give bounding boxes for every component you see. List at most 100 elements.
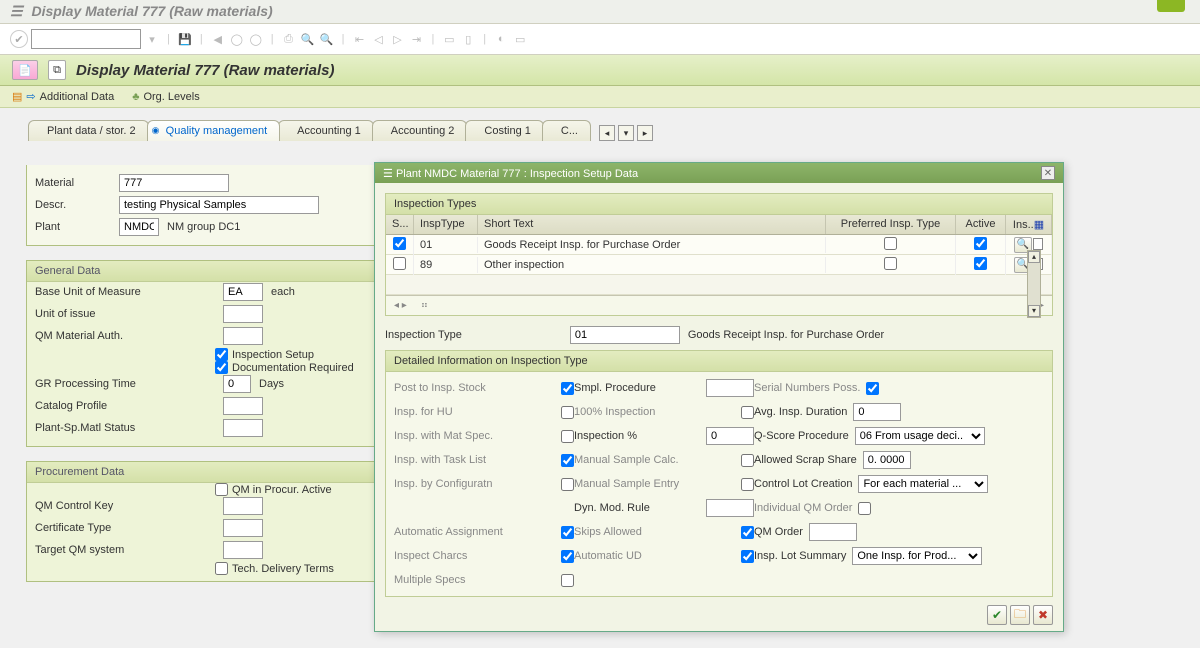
qm-order-label: QM Order — [754, 526, 803, 538]
insp-hu-checkbox[interactable] — [561, 406, 574, 419]
lot-summary-select[interactable]: One Insp. for Prod... — [852, 547, 982, 565]
tab-accounting-2[interactable]: Accounting 2 — [372, 120, 468, 141]
catalog-profile-field[interactable] — [223, 397, 263, 415]
auto-assign-checkbox[interactable] — [561, 526, 574, 539]
dyn-rule-field[interactable] — [706, 499, 754, 517]
tab-nav-list[interactable]: ▾ — [618, 125, 634, 141]
qm-control-key-field[interactable] — [223, 497, 263, 515]
target-qm-field[interactable] — [223, 541, 263, 559]
layout1-icon[interactable]: ▭ — [441, 31, 457, 47]
tech-delivery-checkbox[interactable] — [215, 562, 228, 575]
row-active-checkbox[interactable] — [974, 257, 987, 270]
insp-type-text: Goods Receipt Insp. for Purchase Order — [688, 329, 884, 341]
table-vscroll[interactable]: ▴▾ — [1027, 250, 1041, 318]
popup-title-icon: ☰ — [383, 168, 393, 180]
qm-auth-field[interactable] — [223, 327, 263, 345]
gr-time-field[interactable] — [223, 375, 251, 393]
tab-costing-1[interactable]: Costing 1 — [465, 120, 543, 141]
scrap-field[interactable] — [863, 451, 911, 469]
popup-close-button[interactable]: ✕ — [1041, 166, 1055, 180]
insp-pct-field[interactable] — [706, 427, 754, 445]
skips-checkbox[interactable] — [741, 526, 754, 539]
man-entry-checkbox[interactable] — [741, 478, 754, 491]
unit-of-issue-field[interactable] — [223, 305, 263, 323]
plant-field[interactable] — [119, 218, 159, 236]
next-page-icon[interactable]: ▷ — [389, 31, 405, 47]
100pct-checkbox[interactable] — [741, 406, 754, 419]
insp-task-checkbox[interactable] — [561, 454, 574, 467]
col-insptype[interactable]: InspType — [414, 215, 478, 234]
insp-mat-checkbox[interactable] — [561, 430, 574, 443]
insp-charcs-checkbox[interactable] — [561, 550, 574, 563]
scroll-up-icon[interactable]: ▴ — [1028, 251, 1040, 263]
print-icon[interactable]: ⎙ — [281, 31, 297, 47]
scroll-down-icon[interactable]: ▾ — [1028, 305, 1040, 317]
tab-quality-management[interactable]: Quality management — [147, 120, 281, 141]
org-levels-button[interactable]: ♣ Org. Levels — [132, 91, 199, 103]
cancel-icon[interactable]: ◯ — [248, 31, 264, 47]
qm-procur-label: QM in Procur. Active — [232, 484, 332, 496]
help-icon[interactable]: ◐ — [493, 31, 509, 47]
popup-cancel-button[interactable]: ✖ — [1033, 605, 1053, 625]
first-page-icon[interactable]: ⇤ — [351, 31, 367, 47]
smpl-procedure-field[interactable] — [706, 379, 754, 397]
window-title-text: Display Material 777 (Raw materials) — [31, 3, 272, 19]
avg-dur-field[interactable] — [853, 403, 901, 421]
col-short-text[interactable]: Short Text — [478, 215, 826, 234]
row-pref-checkbox[interactable] — [884, 237, 897, 250]
dropdown-icon[interactable]: ▾ — [144, 31, 160, 47]
tab-plant-data-stor-2[interactable]: Plant data / stor. 2 — [28, 120, 149, 141]
plant-sp-matl-field[interactable] — [223, 419, 263, 437]
enter-icon[interactable]: ✔ — [10, 30, 28, 48]
tab-more[interactable]: C... — [542, 120, 591, 141]
col-preferred[interactable]: Preferred Insp. Type — [826, 215, 956, 234]
insp-type-field[interactable] — [570, 326, 680, 344]
find-icon[interactable]: 🔍 — [300, 31, 316, 47]
material-field[interactable] — [119, 174, 229, 192]
doc-required-checkbox[interactable] — [215, 361, 228, 374]
mult-specs-checkbox[interactable] — [561, 574, 574, 587]
serial-checkbox[interactable] — [866, 382, 879, 395]
inspection-setup-checkbox[interactable] — [215, 348, 228, 361]
table-hscroll[interactable]: ◂ ▸ ⠶◂ ▸ — [386, 295, 1052, 315]
insp-cfg-checkbox[interactable] — [561, 478, 574, 491]
qscore-select[interactable]: 06 From usage deci.. — [855, 427, 985, 445]
last-page-icon[interactable]: ⇥ — [408, 31, 424, 47]
col-active[interactable]: Active — [956, 215, 1006, 234]
col-ins[interactable]: Ins..▦ — [1006, 215, 1052, 234]
cert-type-field[interactable] — [223, 519, 263, 537]
qm-procur-checkbox[interactable] — [215, 483, 228, 496]
window-control-minimize[interactable] — [1157, 0, 1185, 12]
prev-page-icon[interactable]: ◁ — [370, 31, 386, 47]
settings-icon[interactable]: ▭ — [512, 31, 528, 47]
man-calc-checkbox[interactable] — [741, 454, 754, 467]
tab-nav-prev[interactable]: ◂ — [599, 125, 615, 141]
row-ins-extra[interactable] — [1033, 238, 1043, 250]
table-row[interactable]: 01 Goods Receipt Insp. for Purchase Orde… — [386, 235, 1052, 255]
command-field[interactable] — [31, 29, 141, 49]
procurement-title: Procurement Data — [27, 462, 405, 483]
indiv-qm-checkbox[interactable] — [858, 502, 871, 515]
save-icon[interactable]: 💾 — [177, 31, 193, 47]
popup-ok-button[interactable]: ✔ — [987, 605, 1007, 625]
find-next-icon[interactable]: 🔍 — [319, 31, 335, 47]
ctrl-lot-select[interactable]: For each material ... — [858, 475, 988, 493]
row-sel-checkbox[interactable] — [393, 257, 406, 270]
back-icon[interactable]: ◀ — [210, 31, 226, 47]
row-active-checkbox[interactable] — [974, 237, 987, 250]
post-stock-checkbox[interactable] — [561, 382, 574, 395]
popup-middle-button[interactable]: 🗀 — [1010, 605, 1030, 625]
layout2-icon[interactable]: ▯ — [460, 31, 476, 47]
tab-nav-next[interactable]: ▸ — [637, 125, 653, 141]
exit-icon[interactable]: ◯ — [229, 31, 245, 47]
base-uom-field[interactable] — [223, 283, 263, 301]
qm-order-field[interactable] — [809, 523, 857, 541]
additional-data-button[interactable]: ▤ ⇨ Additional Data — [12, 90, 114, 103]
row-sel-checkbox[interactable] — [393, 237, 406, 250]
tab-accounting-1[interactable]: Accounting 1 — [278, 120, 374, 141]
auto-ud-checkbox[interactable] — [741, 550, 754, 563]
col-sel[interactable]: S... — [386, 215, 414, 234]
descr-field[interactable] — [119, 196, 319, 214]
row-pref-checkbox[interactable] — [884, 257, 897, 270]
table-row[interactable]: 89 Other inspection 🔍 — [386, 255, 1052, 275]
